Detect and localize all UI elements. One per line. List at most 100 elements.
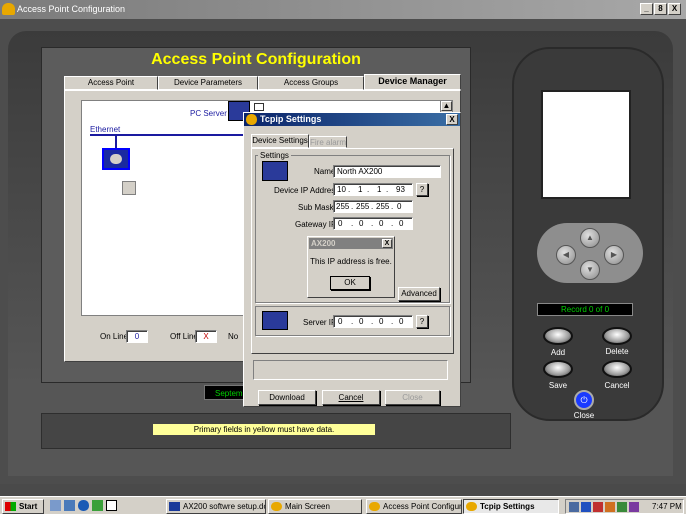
delete-button[interactable] bbox=[602, 327, 632, 345]
taskbar-item-label: Tcpip Settings bbox=[480, 502, 535, 511]
message-text: This IP address is free. bbox=[310, 257, 392, 266]
taskbar-item-word[interactable]: AX200 softwre setup.do... bbox=[166, 499, 266, 514]
scroll-up-button[interactable]: ▲ bbox=[441, 101, 452, 111]
server-icon bbox=[262, 311, 288, 330]
server-ip-octet-4: 0 bbox=[399, 317, 404, 326]
message-box: AX200 X This IP address is free. OK bbox=[307, 236, 395, 298]
server-ip-octet-1: 0 bbox=[338, 317, 343, 326]
gateway-octet-2: 0 bbox=[359, 219, 364, 228]
dialog-title: Tcpip Settings bbox=[260, 114, 322, 124]
dialog-close-text-button[interactable]: Close bbox=[385, 390, 440, 405]
tab-device-manager[interactable]: Device Manager bbox=[364, 74, 461, 90]
advanced-button[interactable]: Advanced bbox=[398, 287, 440, 301]
sub-mask-octet-2: 255 bbox=[356, 202, 370, 211]
device-ip-octet-3: 1 bbox=[377, 185, 382, 194]
settings-group-label: Settings bbox=[258, 151, 291, 160]
close-label: Close bbox=[573, 411, 595, 420]
offline-count: X bbox=[195, 330, 217, 343]
ok-button[interactable]: OK bbox=[330, 276, 370, 290]
nav-down-button[interactable]: ▼ bbox=[580, 260, 600, 280]
browser-icon[interactable] bbox=[78, 500, 89, 511]
start-button[interactable]: Start bbox=[2, 499, 44, 514]
nav-pad: ▲ ◀ ▶ ▼ bbox=[537, 223, 643, 283]
app-icon bbox=[466, 502, 477, 511]
server-ip-query-button[interactable]: ? bbox=[416, 315, 428, 328]
taskbar-item-access-point[interactable]: Access Point Configurat... bbox=[366, 499, 462, 514]
gateway-input[interactable]: 0 . 0 . 0 . 0 bbox=[333, 217, 413, 230]
server-ip-input[interactable]: 0 . 0 . 0 . 0 bbox=[333, 315, 413, 328]
network-icon[interactable] bbox=[569, 502, 579, 512]
dialog-status-area bbox=[253, 360, 448, 380]
clock[interactable]: 7:47 PM bbox=[652, 502, 682, 511]
sub-mask-octet-4: 0 bbox=[397, 202, 402, 211]
dialog-close-button[interactable]: X bbox=[446, 114, 458, 125]
name-input[interactable]: North AX200 bbox=[333, 165, 441, 178]
quicklaunch-icon-1[interactable] bbox=[50, 500, 61, 511]
taskbar-item-label: AX200 softwre setup.do... bbox=[183, 502, 266, 511]
tray-icon-2[interactable] bbox=[581, 502, 591, 512]
tray-icon-3[interactable] bbox=[593, 502, 603, 512]
nav-up-button[interactable]: ▲ bbox=[580, 228, 600, 248]
monitor-icon bbox=[254, 103, 264, 111]
device-ip-octet-1: 10 bbox=[337, 185, 346, 194]
reader-icon[interactable] bbox=[122, 181, 136, 195]
minimize-button[interactable]: _ bbox=[640, 3, 653, 15]
tab-access-point[interactable]: Access Point bbox=[64, 76, 158, 90]
window-title: Access Point Configuration bbox=[17, 4, 126, 14]
add-label: Add bbox=[550, 348, 566, 357]
record-counter: Record 0 of 0 bbox=[537, 303, 633, 316]
taskbar-item-main-screen[interactable]: Main Screen bbox=[268, 499, 362, 514]
quicklaunch-icon-4[interactable] bbox=[92, 500, 103, 511]
tab-device-parameters[interactable]: Device Parameters bbox=[158, 76, 258, 90]
volume-icon[interactable] bbox=[629, 502, 639, 512]
nav-right-button[interactable]: ▶ bbox=[604, 245, 624, 265]
key-icon bbox=[110, 154, 122, 164]
device-ip-input[interactable]: 10 . 1 . 1 . 93 bbox=[333, 183, 413, 196]
device-icon bbox=[262, 161, 288, 181]
device-ip-octet-4: 93 bbox=[396, 185, 405, 194]
power-icon[interactable]: ⏻ bbox=[574, 390, 594, 410]
gateway-octet-1: 0 bbox=[338, 219, 343, 228]
device-screen bbox=[541, 90, 631, 199]
pc-server-label: PC Server bbox=[190, 109, 227, 118]
gateway-label: Gateway IP bbox=[295, 220, 337, 229]
nav-left-button[interactable]: ◀ bbox=[556, 245, 576, 265]
tray-icon-5[interactable] bbox=[617, 502, 627, 512]
sub-mask-label: Sub Mask bbox=[298, 203, 334, 212]
sub-mask-input[interactable]: 255 . 255 . 255 . 0 bbox=[333, 200, 413, 213]
dialog-icon bbox=[246, 114, 257, 125]
offline-label: Off Line bbox=[170, 332, 198, 341]
desktop-icon[interactable] bbox=[106, 500, 117, 511]
server-ip-octet-3: 0 bbox=[379, 317, 384, 326]
windows-logo-icon bbox=[5, 502, 16, 511]
taskbar: Start AX200 softwre setup.do... Main Scr… bbox=[0, 496, 686, 514]
dialog-cancel-button[interactable]: Cancel bbox=[322, 390, 380, 405]
taskbar-item-tcpip[interactable]: Tcpip Settings bbox=[463, 499, 559, 514]
save-button[interactable] bbox=[543, 360, 573, 378]
taskbar-item-label: Main Screen bbox=[285, 502, 330, 511]
word-icon bbox=[169, 502, 180, 511]
no-label: No bbox=[228, 332, 239, 341]
tab-access-groups[interactable]: Access Groups bbox=[258, 76, 364, 90]
cancel-button[interactable] bbox=[602, 360, 632, 378]
device-ip-query-button[interactable]: ? bbox=[416, 183, 428, 196]
device-ip-label: Device IP Address bbox=[274, 186, 340, 195]
close-window-button[interactable]: X bbox=[668, 3, 681, 15]
ethernet-line bbox=[90, 134, 246, 136]
quicklaunch-icon-2[interactable] bbox=[64, 500, 75, 511]
download-button[interactable]: Download bbox=[258, 390, 316, 405]
tab-device-settings[interactable]: Device Settings bbox=[251, 134, 309, 148]
tab-fire-alarm[interactable]: Fire alarm bbox=[309, 136, 347, 148]
tray-icon-4[interactable] bbox=[605, 502, 615, 512]
message-close-button[interactable]: X bbox=[382, 239, 392, 248]
device-ip-octet-2: 1 bbox=[358, 185, 363, 194]
add-button[interactable] bbox=[543, 327, 573, 345]
access-point-icon[interactable] bbox=[102, 148, 130, 170]
app-icon bbox=[369, 502, 380, 511]
sub-mask-octet-3: 255 bbox=[376, 202, 390, 211]
restore-button[interactable]: 8 bbox=[654, 3, 667, 15]
message-title: AX200 bbox=[311, 239, 336, 248]
cancel-label: Cancel bbox=[604, 381, 630, 390]
page-title: Access Point Configuration bbox=[151, 51, 361, 68]
app-icon bbox=[271, 502, 282, 511]
